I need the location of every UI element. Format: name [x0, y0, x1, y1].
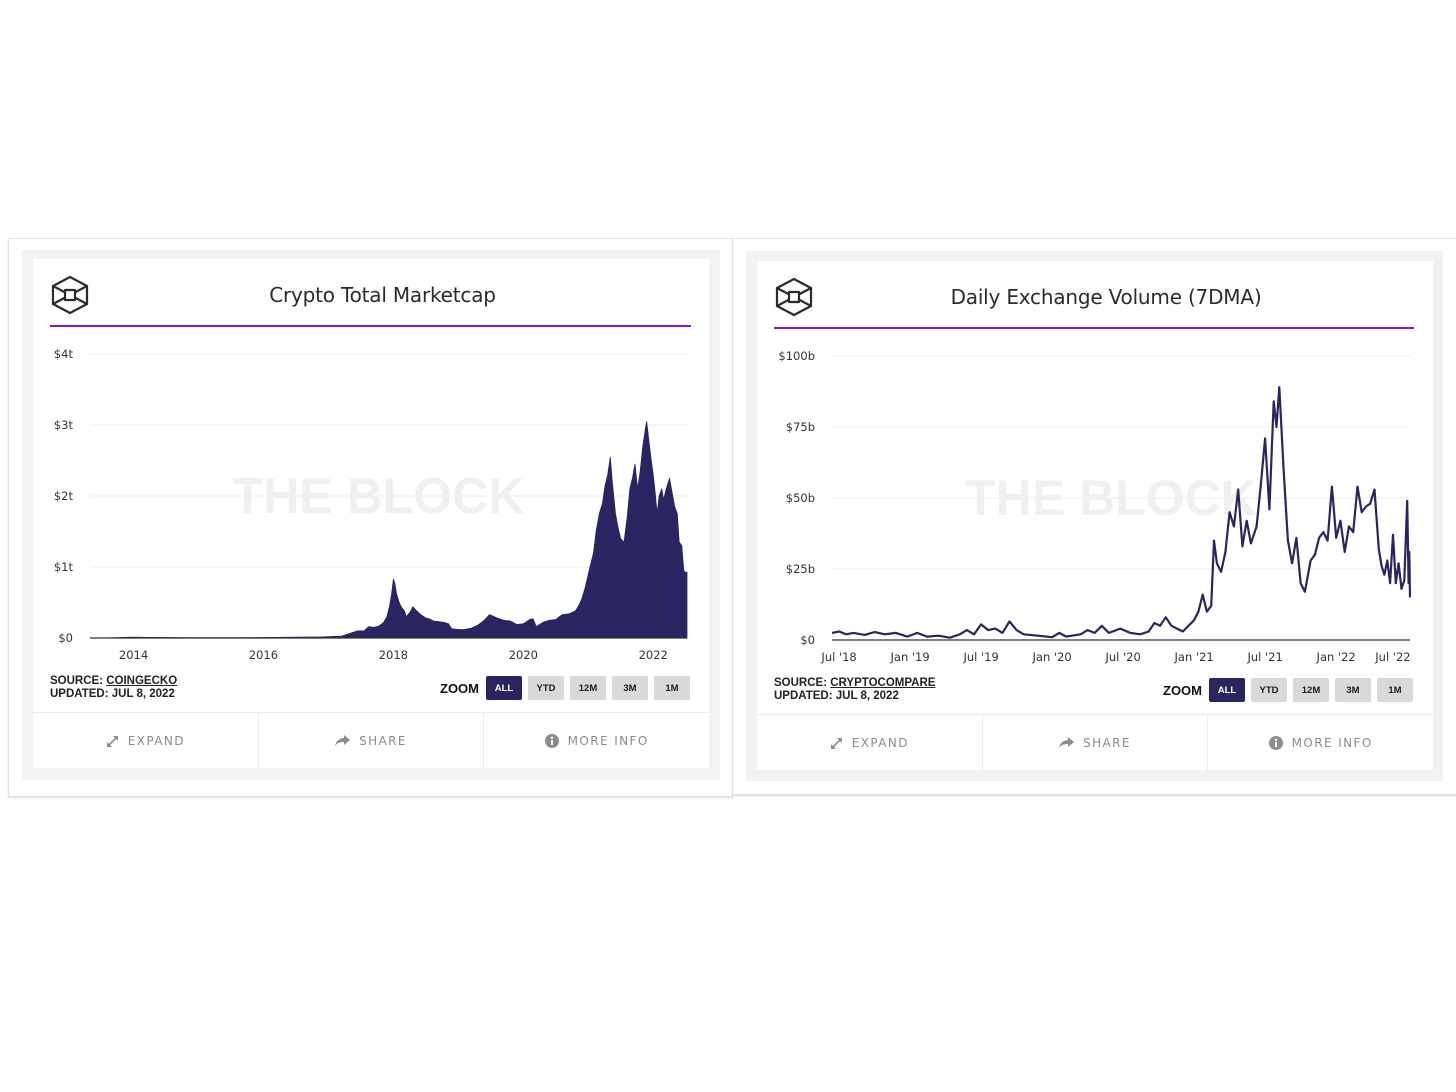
updated-date: UPDATED: JUL 8, 2022 — [50, 688, 175, 700]
zoom-label: ZOOM — [440, 680, 479, 696]
more-info-button[interactable]: MORE INFO — [1208, 715, 1433, 771]
expand-button[interactable]: EXPAND — [757, 715, 983, 771]
expand-arrows-icon — [106, 735, 118, 747]
zoom-label: ZOOM — [1163, 682, 1202, 698]
info-circle-icon — [544, 734, 559, 748]
x-tick-label: Jan '19 — [890, 650, 930, 664]
marketcap-area-chart[interactable]: $0 $1t $2t $3t $4t THE BLOCK 2014 2016 2018 2020 2… — [40, 340, 700, 670]
share-button[interactable]: SHARE — [259, 713, 485, 769]
watermark-text: THE BLOCK — [233, 468, 525, 524]
y-tick-label: $50b — [786, 491, 815, 505]
zoom-all-button[interactable]: ALL — [1209, 678, 1245, 702]
x-tick-label: 2016 — [249, 648, 278, 662]
y-tick-label: $75b — [786, 420, 815, 434]
zoom-controls: ZOOM ALL YTD 12M 3M 1M — [1163, 678, 1413, 702]
expand-arrows-icon — [830, 737, 842, 749]
zoom-3m-button[interactable]: 3M — [1335, 678, 1371, 702]
y-tick-label: $0 — [800, 633, 815, 647]
zoom-1m-button[interactable]: 1M — [654, 676, 690, 700]
zoom-ytd-button[interactable]: YTD — [528, 676, 564, 700]
y-tick-label: $0 — [58, 631, 73, 645]
expand-button[interactable]: EXPAND — [33, 713, 259, 769]
action-bar: EXPAND SHARE MORE INFO — [757, 714, 1433, 771]
zoom-all-button[interactable]: ALL — [486, 676, 522, 700]
source-prefix: SOURCE: — [50, 675, 107, 687]
x-tick-label: Jul '21 — [1246, 650, 1282, 664]
the-block-logo-icon — [775, 277, 813, 317]
exchange-volume-line-chart[interactable]: $0 $25b $50b $75b $100b THE BLOCK Jul '18 Jan '… — [760, 340, 1430, 670]
x-tick-label: Jul '18 — [820, 650, 856, 664]
zoom-3m-button[interactable]: 3M — [612, 676, 648, 700]
x-tick-label: Jan '21 — [1174, 650, 1214, 664]
share-arrow-icon — [1059, 737, 1075, 748]
action-bar: EXPAND SHARE MORE INFO — [33, 712, 709, 769]
y-tick-label: $25b — [786, 562, 815, 576]
x-tick-label: Jan '20 — [1032, 650, 1072, 664]
x-tick-label: 2018 — [379, 648, 408, 662]
source-info: SOURCE: COINGECKO UPDATED: JUL 8, 2022 — [50, 675, 177, 701]
y-tick-label: $1t — [54, 560, 74, 574]
x-tick-label: Jul '20 — [1104, 650, 1140, 664]
title-divider — [774, 327, 1414, 329]
more-info-label: MORE INFO — [1291, 736, 1373, 750]
y-tick-label: $4t — [54, 347, 74, 361]
source-info: SOURCE: CRYPTOCOMPARE UPDATED: JUL 8, 20… — [774, 677, 935, 703]
title-divider — [50, 325, 691, 327]
x-tick-label: Jan '22 — [1316, 650, 1356, 664]
x-tick-label: Jul '22 — [1374, 650, 1410, 664]
share-button[interactable]: SHARE — [983, 715, 1209, 771]
info-circle-icon — [1268, 736, 1283, 750]
updated-date: UPDATED: JUL 8, 2022 — [774, 690, 899, 702]
the-block-logo-icon — [51, 275, 89, 315]
watermark-text: THE BLOCK — [965, 470, 1257, 526]
share-label: SHARE — [1083, 736, 1131, 750]
x-tick-label: 2020 — [509, 648, 538, 662]
share-arrow-icon — [335, 735, 351, 746]
source-link[interactable]: CRYPTOCOMPARE — [830, 677, 935, 689]
source-link[interactable]: COINGECKO — [106, 675, 177, 687]
zoom-12m-button[interactable]: 12M — [1293, 678, 1329, 702]
zoom-controls: ZOOM ALL YTD 12M 3M 1M — [440, 676, 690, 700]
more-info-button[interactable]: MORE INFO — [484, 713, 709, 769]
expand-label: EXPAND — [127, 734, 185, 748]
expand-label: EXPAND — [851, 736, 909, 750]
zoom-1m-button[interactable]: 1M — [1377, 678, 1413, 702]
x-tick-label: Jul '19 — [962, 650, 998, 664]
x-tick-label: 2014 — [119, 648, 148, 662]
series-area — [89, 421, 688, 639]
y-tick-label: $2t — [54, 489, 74, 503]
y-tick-label: $100b — [778, 349, 815, 363]
zoom-12m-button[interactable]: 12M — [570, 676, 606, 700]
chart-title: Crypto Total Marketcap — [269, 283, 496, 307]
zoom-ytd-button[interactable]: YTD — [1251, 678, 1287, 702]
y-tick-label: $3t — [54, 418, 74, 432]
chart-title: Daily Exchange Volume (7DMA) — [950, 285, 1262, 309]
x-tick-label: 2022 — [639, 648, 668, 662]
source-prefix: SOURCE: — [774, 677, 831, 689]
share-label: SHARE — [359, 734, 407, 748]
more-info-label: MORE INFO — [567, 734, 649, 748]
